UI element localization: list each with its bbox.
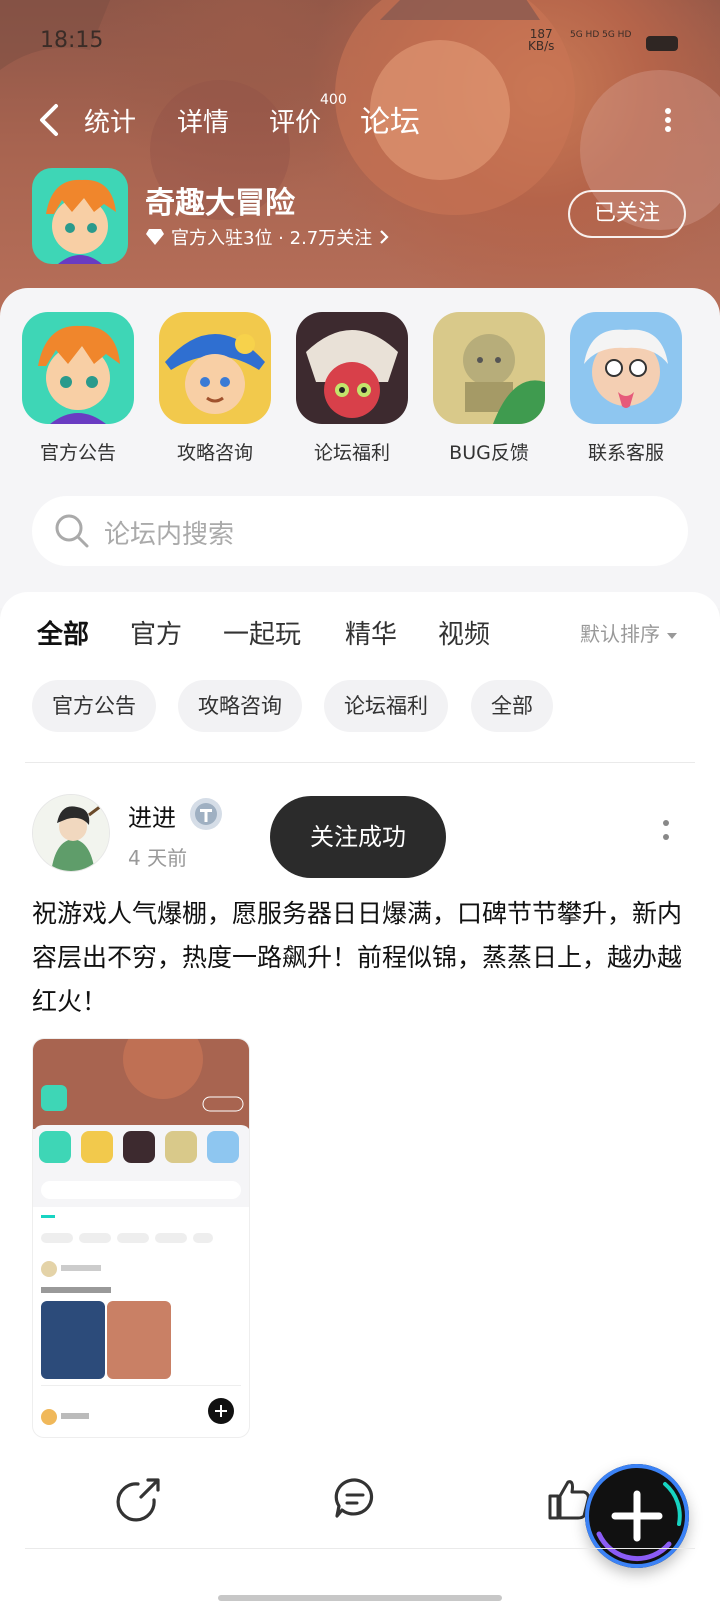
- chip-welfare[interactable]: 论坛福利: [324, 680, 448, 732]
- shortcut-welfare[interactable]: 论坛福利: [296, 312, 408, 465]
- chip-guides[interactable]: 攻略咨询: [178, 680, 302, 732]
- game-icon[interactable]: [32, 168, 128, 264]
- forum-page: 18:15 187 KB/s 5G HD 5G HD 统计 详情 评价 400 …: [0, 0, 720, 1605]
- game-meta[interactable]: 官方入驻3位 · 2.7万关注: [145, 224, 390, 250]
- shortcut-bug-report[interactable]: BUG反馈: [433, 312, 545, 465]
- signal-indicator: 5G HD 5G HD: [570, 30, 632, 40]
- network-speed-unit: KB/s: [528, 39, 555, 53]
- battery-icon: [646, 36, 678, 51]
- share-icon[interactable]: [108, 1468, 168, 1528]
- post-more-icon[interactable]: [656, 812, 676, 848]
- shortcut-label: 联系客服: [587, 442, 664, 464]
- forum-feed: 全部 官方 一起玩 精华 视频 默认排序 官方公告 攻略咨询 论坛福利 全部 进…: [0, 592, 720, 1605]
- forum-shortcuts-card: 官方公告 攻略咨询 论坛福利 BUG反馈 联系客服 论坛内搜索: [0, 288, 720, 608]
- feed-tab-featured[interactable]: 精华: [345, 614, 397, 651]
- home-indicator[interactable]: [218, 1595, 502, 1601]
- feed-tab-video[interactable]: 视频: [438, 614, 490, 651]
- user-avatar[interactable]: [32, 794, 110, 872]
- shortcut-customer-service[interactable]: 联系客服: [570, 312, 682, 465]
- search-icon: [55, 514, 89, 548]
- user-badge-icon: [190, 798, 222, 830]
- divider: [25, 762, 695, 763]
- create-post-button[interactable]: [585, 1464, 689, 1568]
- diamond-icon: [146, 229, 164, 245]
- status-time: 18:15: [40, 28, 104, 53]
- sort-dropdown[interactable]: 默认排序: [580, 618, 678, 647]
- post-time: 4 天前: [128, 846, 188, 870]
- feed-tab-official[interactable]: 官方: [130, 614, 182, 651]
- game-info: 奇趣大冒险 官方入驻3位 · 2.7万关注 已关注: [0, 160, 720, 270]
- sort-label: 默认排序: [580, 622, 660, 646]
- more-options-icon[interactable]: [658, 102, 678, 138]
- shortcut-label: 论坛福利: [313, 442, 390, 464]
- game-hero-banner: 18:15 187 KB/s 5G HD 5G HD 统计 详情 评价 400 …: [0, 0, 720, 330]
- plus-icon: [596, 1482, 682, 1562]
- tab-stats[interactable]: 统计: [84, 102, 136, 139]
- tab-reviews[interactable]: 评价: [269, 102, 321, 139]
- welfare-icon: [296, 312, 408, 424]
- top-nav: 统计 详情 评价 400 论坛: [0, 92, 720, 148]
- shortcut-label: 官方公告: [39, 442, 116, 464]
- chevron-right-icon: [380, 230, 389, 244]
- tab-forum[interactable]: 论坛: [360, 97, 420, 141]
- post-image[interactable]: [32, 1038, 250, 1438]
- shortcut-announcement[interactable]: 官方公告: [22, 312, 134, 465]
- followed-button[interactable]: 已关注: [568, 190, 686, 238]
- shortcut-label: BUG反馈: [449, 442, 529, 464]
- post-username[interactable]: 进进: [128, 798, 176, 833]
- bug-report-icon: [433, 312, 545, 424]
- chip-announcement[interactable]: 官方公告: [32, 680, 156, 732]
- customer-service-icon: [570, 312, 682, 424]
- comment-icon[interactable]: [325, 1468, 385, 1528]
- shortcut-label: 攻略咨询: [176, 442, 253, 464]
- network-speed: 187 KB/s: [528, 28, 554, 52]
- review-count-badge: 400: [320, 92, 347, 108]
- caret-down-icon: [667, 633, 678, 639]
- shortcut-guides[interactable]: 攻略咨询: [159, 312, 271, 465]
- game-meta-text: 官方入驻3位 · 2.7万关注: [171, 228, 373, 249]
- search-placeholder: 论坛内搜索: [104, 520, 235, 550]
- status-bar: 18:15 187 KB/s 5G HD 5G HD: [0, 0, 720, 70]
- post-body[interactable]: 祝游戏人气爆棚，愿服务器日日爆满，口碑节节攀升，新内容层出不穷，热度一路飙升！前…: [32, 892, 692, 1024]
- guides-icon: [159, 312, 271, 424]
- feed-tab-play-together[interactable]: 一起玩: [223, 614, 301, 651]
- tab-details[interactable]: 详情: [177, 102, 229, 139]
- forum-search-bar[interactable]: 论坛内搜索: [32, 496, 688, 566]
- back-arrow-icon[interactable]: [36, 100, 66, 140]
- announcement-icon: [22, 312, 134, 424]
- follow-success-toast: 关注成功: [270, 796, 446, 878]
- chip-all[interactable]: 全部: [471, 680, 553, 732]
- game-title: 奇趣大冒险: [145, 186, 295, 221]
- feed-tab-all[interactable]: 全部: [37, 614, 90, 655]
- divider: [25, 1548, 695, 1549]
